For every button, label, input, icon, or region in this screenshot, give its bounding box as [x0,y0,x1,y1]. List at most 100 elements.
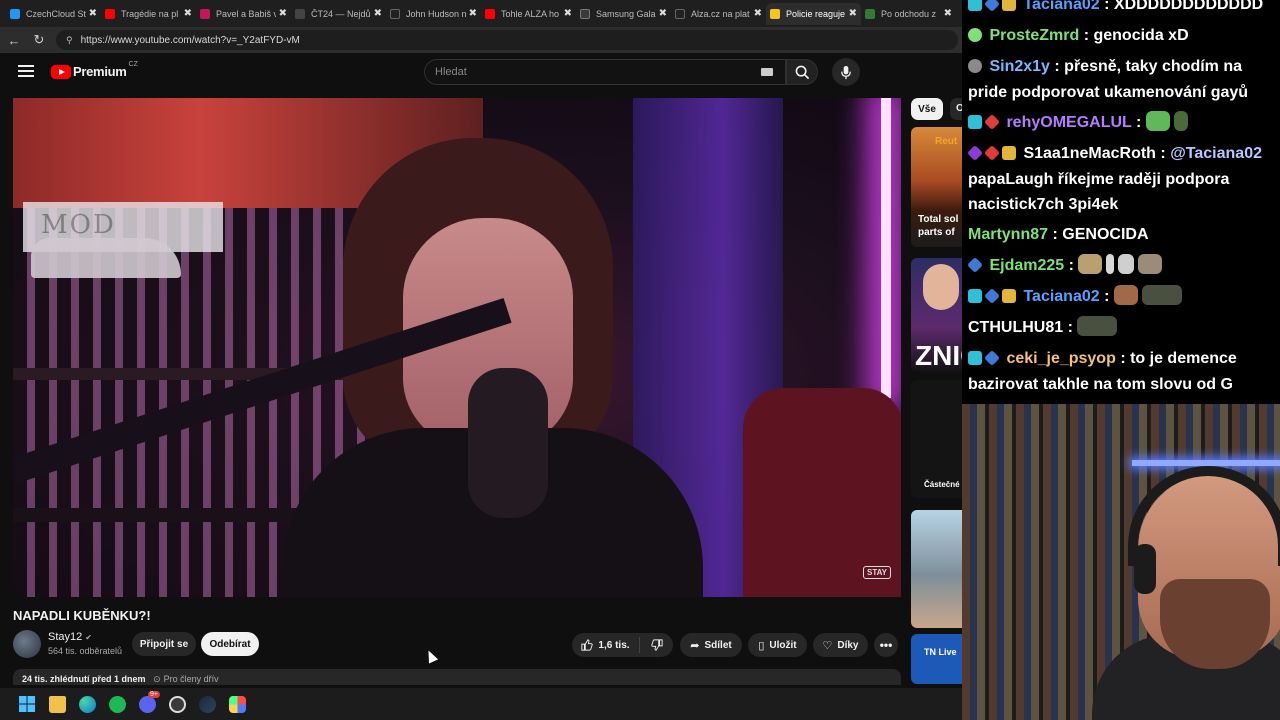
recommended-video-thumbnail[interactable] [911,510,962,628]
app-icon[interactable] [222,689,252,719]
subscriber-badge-icon [984,114,1000,130]
subscriber-badge-icon [968,0,982,11]
browser-tab[interactable]: Po odchodu z ✖ [861,3,956,25]
channel-name[interactable]: Stay12 ✔ [48,631,92,643]
chat-username: Taciana02 [1023,0,1100,13]
publish-date: před 1 dnem [92,674,146,684]
browser-tab[interactable]: ČT24 — Nejdů ✖ [291,3,386,25]
search-icon [795,65,809,79]
menu-icon[interactable] [18,65,34,77]
reload-icon[interactable]: ↻ [31,32,47,48]
browser-tab[interactable]: John Hudson n ✖ [386,3,481,25]
back-arrow-icon[interactable]: ← [6,32,22,48]
subscriber-badge-icon [967,145,983,161]
tab-title: Tohle ALZA ho [501,8,560,19]
subscriber-count: 564 tis. odběratelů [48,646,123,656]
browser-tab[interactable]: Tragédie na pl ✖ [101,3,196,25]
thanks-button[interactable]: ♡ Díky [813,633,868,657]
like-button[interactable]: 1,6 tis. [572,637,640,653]
tab-close-icon[interactable]: ✖ [754,8,762,19]
thumbnail-text: Částečné [924,480,960,489]
video-player[interactable]: MOD STAY [13,98,901,597]
obs-icon[interactable] [162,689,192,719]
browser-tab[interactable]: Tohle ALZA ho ✖ [481,3,576,25]
user-badge-icon [968,59,982,73]
address-bar[interactable]: ⚲ https://www.youtube.com/watch?v=_Y2atF… [56,30,958,50]
subscribe-button[interactable]: Odebírat [201,632,259,656]
pepe-emote-icon [1145,111,1170,131]
tab-close-icon[interactable]: ✖ [849,8,857,19]
tab-title: Alza.cz na plat [691,8,750,19]
recommended-video-thumbnail[interactable]: ZNIČ [911,258,962,373]
chat-message: S1aa1neMacRoth : @Taciana02 [967,141,1262,167]
tab-close-icon[interactable]: ✖ [564,8,572,19]
share-button[interactable]: ➦ Sdílet [680,633,742,657]
chip-all[interactable]: Vše [911,98,943,120]
discord-icon[interactable]: 9+ [132,689,162,719]
emote-icon [1118,254,1135,274]
search-input[interactable]: Hledat [424,59,786,85]
edge-icon[interactable] [72,689,102,719]
chat-username: ceki_je_psyop [1006,350,1116,367]
browser-tab[interactable]: CzechCloud St ✖ [6,3,101,25]
emote-icon [1138,254,1163,274]
keyboard-icon[interactable] [761,68,773,76]
tab-title: CzechCloud St [26,8,86,19]
notification-badge: 9+ [148,691,160,698]
share-label: Sdílet [704,639,732,651]
emote-icon [1077,316,1118,336]
tab-close-icon[interactable]: ✖ [279,8,287,19]
search-button[interactable] [786,59,818,85]
tab-close-icon[interactable]: ✖ [469,8,477,19]
subscriber-badge-icon [984,0,1000,12]
browser-tab[interactable]: Pavel a Babiš v ✖ [196,3,291,25]
browser-tab[interactable]: Samsung Gala ✖ [576,3,671,25]
recommended-video-thumbnail[interactable]: TN Live [911,634,962,684]
tab-favicon-icon [200,8,210,19]
crown-badge-icon [1002,146,1016,160]
microphone-icon [841,65,851,79]
crown-badge-icon [1002,0,1016,11]
youtube-play-icon [51,64,71,79]
tab-close-icon[interactable]: ✖ [944,8,952,19]
view-count: 24 tis. zhlédnutí [22,674,90,684]
bookmark-icon: ▯ [758,639,765,652]
voice-search-button[interactable] [832,58,860,86]
steam-icon[interactable] [192,689,222,719]
youtube-logo[interactable]: Premium CZ [51,61,138,79]
screen: CzechCloud St ✖ Tragédie na pl ✖ Pavel a B… [0,0,1280,720]
browser-tab[interactable]: Alza.cz na plat ✖ [671,3,766,25]
save-button[interactable]: ▯ Uložit [748,633,807,657]
share-icon: ➦ [690,639,700,652]
tab-close-icon[interactable]: ✖ [89,8,97,19]
emote-icon [1173,111,1188,131]
chat-message: CTHULHU81 : [968,315,1121,341]
chat-message: ProsteZmrd : genocida xD [968,23,1189,49]
thumbnail-brand: Reut [935,136,958,147]
site-info-icon[interactable]: ⚲ [66,35,73,46]
tab-close-icon[interactable]: ✖ [659,8,667,19]
windows-start-icon[interactable] [12,689,42,719]
dislike-button[interactable] [640,639,673,651]
video-watermark: STAY [862,566,891,579]
channel-avatar[interactable] [13,630,41,658]
tab-close-icon[interactable]: ✖ [184,8,192,19]
chat-username: ProsteZmrd [989,27,1080,44]
members-first-icon: ⊙ [153,674,161,684]
subscriber-badge-icon [968,289,982,303]
tab-title: Tragédie na pl [121,8,179,19]
browser-tab-active[interactable]: Policie reaguje ✖ [766,2,861,25]
description-box[interactable]: 24 tis. zhlédnutí před 1 dnem ⊙ Pro členy… [13,669,901,685]
video-title: NAPADLI KUBĚNKU?! [13,608,151,623]
join-button[interactable]: Připojit se [132,632,196,656]
subscriber-badge-icon [968,115,982,129]
chat-text: genocida xD [1093,27,1189,44]
recommended-video-thumbnail[interactable]: Reut Total sol parts of [911,127,962,247]
spotify-icon[interactable] [102,689,132,719]
more-actions-button[interactable]: ••• [874,633,898,657]
file-explorer-icon[interactable] [42,689,72,719]
tab-close-icon[interactable]: ✖ [374,8,382,19]
url-text: https://www.youtube.com/watch?v=_Y2atFYD… [80,34,300,46]
recommended-video-thumbnail[interactable]: Částečné [911,380,962,498]
chat-username: Ejdam225 [989,257,1065,274]
